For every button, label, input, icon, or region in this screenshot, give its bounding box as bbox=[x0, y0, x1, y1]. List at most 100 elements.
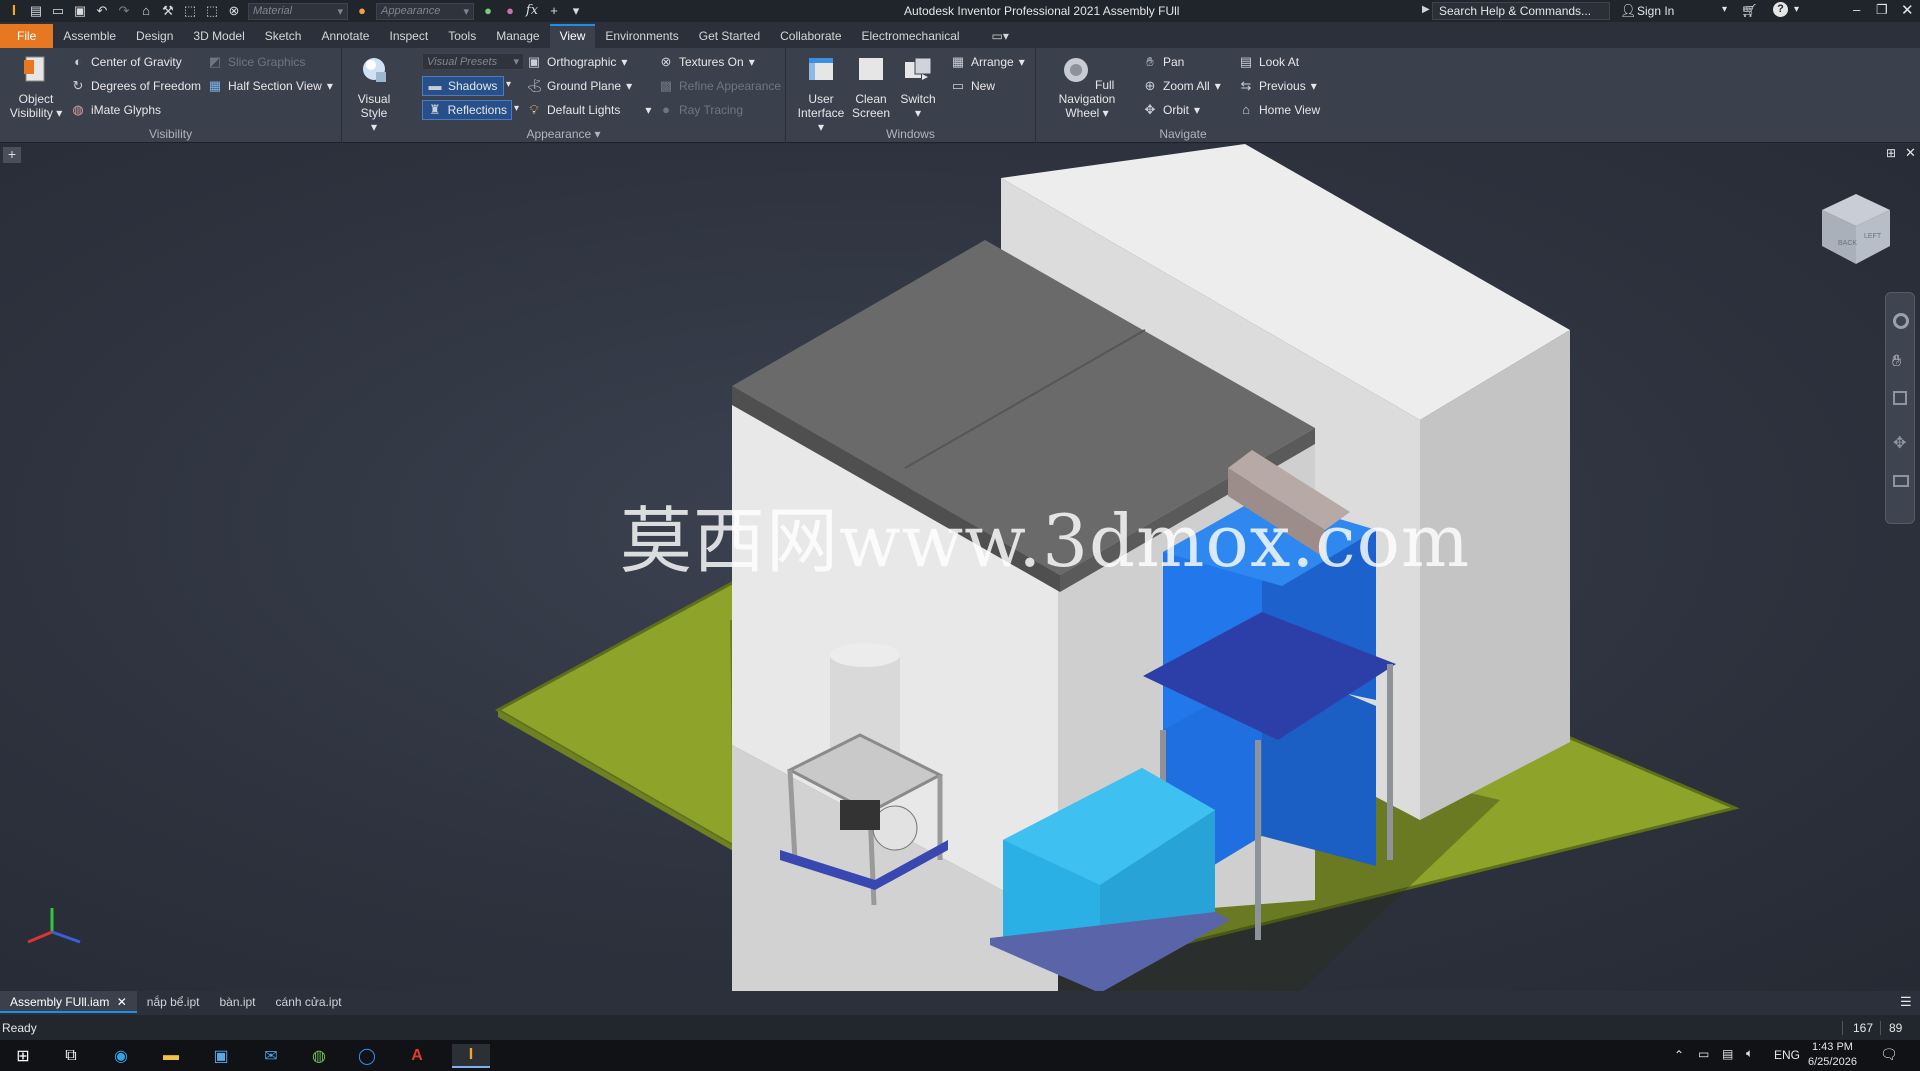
windows-start-icon[interactable]: ⊞ bbox=[10, 1044, 36, 1068]
tab-tools[interactable]: Tools bbox=[438, 24, 486, 48]
appearance-combo[interactable]: Appearance ▾ bbox=[376, 2, 474, 20]
file-explorer-icon[interactable]: ▬ bbox=[158, 1044, 184, 1068]
inventor-logo-icon[interactable]: I bbox=[6, 3, 22, 19]
update-icon[interactable]: ⚒ bbox=[160, 3, 176, 19]
close-icon[interactable]: ✕ bbox=[1901, 1, 1914, 19]
switch-button[interactable]: Switch ▾ bbox=[896, 54, 940, 120]
previous-view-button[interactable]: ⇆ Previous ▾ bbox=[1238, 78, 1317, 94]
sign-in-link[interactable]: Sign In bbox=[1637, 4, 1674, 18]
fx-icon[interactable]: fx bbox=[524, 3, 540, 19]
appearance-group-label[interactable]: Appearance ▾ bbox=[342, 127, 785, 141]
clean-screen-button[interactable]: Clean Screen bbox=[848, 54, 894, 120]
tab-electromechanical[interactable]: Electromechanical bbox=[852, 24, 970, 48]
orbit-button[interactable]: ✥ Orbit ▾ bbox=[1142, 102, 1201, 118]
tray-chevron-icon[interactable]: ⌃ bbox=[1674, 1048, 1684, 1062]
slice-graphics-button[interactable]: ◩ Slice Graphics bbox=[207, 54, 306, 70]
undo-icon[interactable]: ↶ bbox=[94, 3, 110, 19]
nav-look-at-icon[interactable] bbox=[1893, 475, 1909, 487]
nav-pan-icon[interactable]: ✋︎ bbox=[1892, 353, 1901, 371]
visual-presets-combo[interactable]: Visual Presets ▾ bbox=[422, 53, 524, 70]
home-icon[interactable]: ⌂ bbox=[138, 3, 154, 19]
new-window-button[interactable]: ▭ New bbox=[950, 78, 995, 94]
nav-zoom-icon[interactable] bbox=[1893, 391, 1907, 405]
reflections-toggle[interactable]: ♜ Reflections bbox=[422, 100, 512, 120]
help-dropdown-icon[interactable]: ▾ bbox=[1794, 4, 1799, 15]
sign-in-dropdown-icon[interactable]: ▾ bbox=[1722, 4, 1727, 15]
user-interface-button[interactable]: User Interface ▾ bbox=[796, 54, 846, 134]
nav-wheel-icon[interactable] bbox=[1893, 313, 1909, 329]
tab-manage[interactable]: Manage bbox=[486, 24, 549, 48]
default-lights-button[interactable]: 💡︎ Default Lights ▾ bbox=[526, 102, 651, 118]
ground-plane-button[interactable]: ⛳︎ Ground Plane ▾ bbox=[526, 78, 632, 94]
object-visibility-button[interactable]: Object Visibility ▾ bbox=[6, 54, 66, 120]
doc-tab-ban[interactable]: bàn.ipt bbox=[209, 991, 265, 1013]
tab-3d-model[interactable]: 3D Model bbox=[183, 24, 254, 48]
measure-icon[interactable]: ⬚ bbox=[204, 3, 220, 19]
degrees-of-freedom-button[interactable]: ↻ Degrees of Freedom bbox=[70, 78, 202, 94]
clear-override-icon[interactable]: ● bbox=[502, 3, 518, 19]
tab-view[interactable]: View bbox=[549, 24, 596, 48]
chrome-icon[interactable]: ◍ bbox=[306, 1044, 332, 1068]
task-view-icon[interactable]: ⧉ bbox=[58, 1044, 84, 1068]
select-icon[interactable]: ⬚ bbox=[182, 3, 198, 19]
open-folder-icon[interactable]: ▭ bbox=[50, 3, 66, 19]
adjust-appearance-icon[interactable]: ● bbox=[480, 3, 496, 19]
tab-annotate[interactable]: Annotate bbox=[311, 24, 379, 48]
edge-icon[interactable]: ◉ bbox=[108, 1044, 134, 1068]
shadows-dropdown-icon[interactable]: ▾ bbox=[506, 79, 511, 90]
arrange-button[interactable]: ▦ Arrange ▾ bbox=[950, 54, 1025, 70]
add-icon[interactable]: + bbox=[546, 3, 562, 19]
tab-inspect[interactable]: Inspect bbox=[379, 24, 438, 48]
nav-orbit-icon[interactable]: ✥ bbox=[1893, 433, 1906, 453]
viewcube[interactable]: BACK LEFT bbox=[1818, 190, 1894, 270]
search-help-input[interactable]: Search Help & Commands... bbox=[1432, 2, 1610, 20]
zalo-icon[interactable]: ◯ bbox=[354, 1044, 380, 1068]
material-combo[interactable]: Material ▾ bbox=[248, 2, 348, 20]
textures-on-button[interactable]: ⊗ Textures On ▾ bbox=[658, 54, 755, 70]
look-at-button[interactable]: ▤ Look At bbox=[1238, 54, 1299, 70]
half-section-view-button[interactable]: ▦ Half Section View ▾ bbox=[207, 78, 333, 94]
center-of-gravity-button[interactable]: ◐ Center of Gravity bbox=[70, 54, 182, 70]
reflections-dropdown-icon[interactable]: ▾ bbox=[514, 103, 519, 114]
cart-icon[interactable]: 🛒︎ bbox=[1741, 3, 1758, 19]
orthographic-button[interactable]: ▣ Orthographic ▾ bbox=[526, 54, 628, 70]
tab-design[interactable]: Design bbox=[126, 24, 183, 48]
language-indicator[interactable]: ENG bbox=[1774, 1048, 1800, 1062]
shadows-toggle[interactable]: ▬ Shadows bbox=[422, 76, 504, 96]
restore-icon[interactable]: ❐ bbox=[1876, 2, 1888, 18]
tab-sketch[interactable]: Sketch bbox=[255, 24, 312, 48]
tab-environments[interactable]: Environments bbox=[595, 24, 688, 48]
acrobat-icon[interactable]: A bbox=[404, 1044, 430, 1068]
customize-dropdown-icon[interactable]: ▾ bbox=[568, 3, 584, 19]
clock-date[interactable]: 6/25/2026 bbox=[1808, 1056, 1857, 1068]
doc-tab-nap-be[interactable]: nắp bể.ipt bbox=[137, 991, 210, 1013]
mail-icon[interactable]: ✉ bbox=[258, 1044, 284, 1068]
tab-collaborate[interactable]: Collaborate bbox=[770, 24, 851, 48]
clear-appearance-icon[interactable]: ⊗ bbox=[226, 3, 242, 19]
document-menu-icon[interactable]: ☰ bbox=[1900, 994, 1912, 1010]
graphics-viewport[interactable]: + ⊞ ✕ 莫西网www.3dmox.com BACK LEFT ✋︎ ✥ bbox=[0, 144, 1920, 991]
store-icon[interactable]: ▣ bbox=[208, 1044, 234, 1068]
tab-file[interactable]: File bbox=[0, 24, 54, 48]
new-file-icon[interactable]: ▤ bbox=[28, 3, 44, 19]
doc-tab-canh-cua[interactable]: cánh cửa.ipt bbox=[266, 991, 352, 1013]
full-navigation-wheel-button[interactable]: Full Navigation Wheel ▾ bbox=[1046, 54, 1128, 120]
tray-network-icon[interactable]: ▤ bbox=[1722, 1047, 1733, 1061]
clock-time[interactable]: 1:43 PM bbox=[1812, 1041, 1853, 1053]
notifications-icon[interactable]: 🗨︎ bbox=[1880, 1046, 1898, 1063]
zoom-all-button[interactable]: ⊕ Zoom All ▾ bbox=[1142, 78, 1221, 94]
tab-get-started[interactable]: Get Started bbox=[689, 24, 770, 48]
home-view-button[interactable]: ⌂ Home View bbox=[1238, 102, 1320, 118]
tray-volume-icon[interactable]: 🔈︎ bbox=[1746, 1046, 1753, 1061]
tray-display-icon[interactable]: ▭ bbox=[1698, 1047, 1709, 1061]
ray-tracing-button[interactable]: ● Ray Tracing bbox=[658, 102, 743, 118]
save-icon[interactable]: ▣ bbox=[72, 3, 88, 19]
help-icon[interactable]: ? bbox=[1773, 2, 1788, 17]
redo-icon[interactable]: ↷ bbox=[116, 3, 132, 19]
doc-tab-assembly[interactable]: Assembly FUll.iam ✕ bbox=[0, 991, 137, 1013]
pan-button[interactable]: ✋︎ Pan bbox=[1142, 54, 1184, 70]
ribbon-options-icon[interactable]: ▭▾ bbox=[970, 24, 1019, 48]
inventor-taskbar-icon[interactable]: I bbox=[452, 1044, 490, 1068]
imate-glyphs-button[interactable]: ◍ iMate Glyphs bbox=[70, 102, 161, 118]
refine-appearance-button[interactable]: ▩ Refine Appearance bbox=[658, 78, 781, 94]
